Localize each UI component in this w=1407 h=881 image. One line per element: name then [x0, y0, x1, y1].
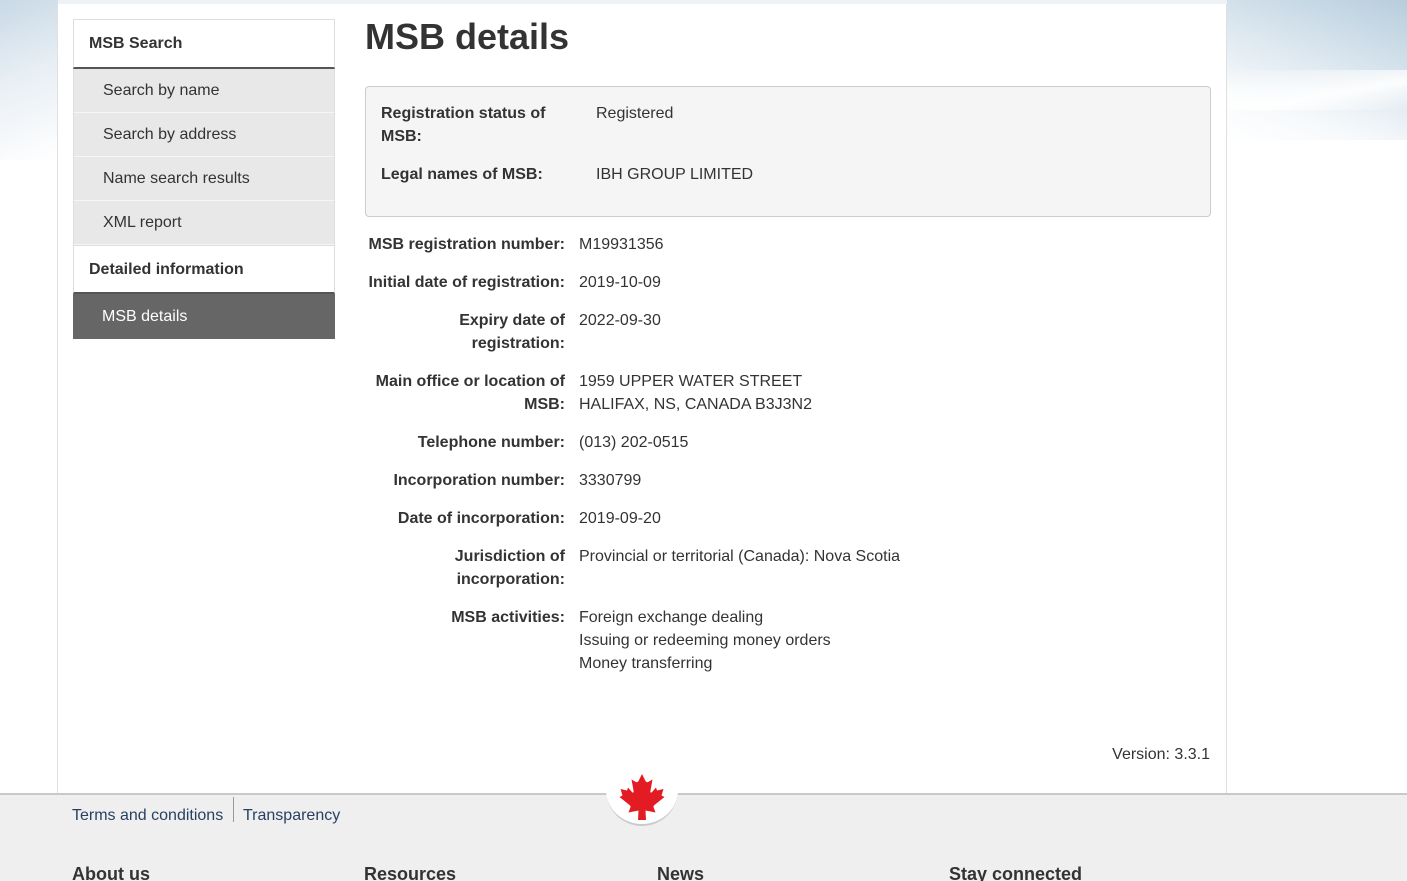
- legal-names-value: IBH GROUP LIMITED: [596, 166, 754, 183]
- main-office-label-line1: Main office or location of: [375, 373, 565, 390]
- incorporation-date-label: Date of incorporation:: [397, 510, 565, 527]
- main-office-value: 1959 UPPER WATER STREET HALIFAX, NS, CAN…: [579, 370, 1199, 416]
- footer-heading-stay-connected: Stay connected: [949, 864, 1083, 881]
- footer-heading-about-us: About us: [72, 864, 150, 881]
- sidebar-section-detailed-information: Detailed information: [73, 245, 335, 294]
- expiry-date-value: 2022-09-30: [579, 312, 661, 329]
- sidebar-item-search-by-address[interactable]: Search by address: [73, 113, 335, 157]
- activities-label: MSB activities:: [451, 609, 565, 626]
- summary-box: Registration status of MSB: Registered L…: [365, 86, 1211, 217]
- sidebar-nav: MSB Search Search by name Search by addr…: [73, 19, 335, 339]
- registration-number-value: M19931356: [579, 236, 664, 253]
- sidebar-section-msb-search: MSB Search: [73, 19, 335, 69]
- footer-link-divider: [233, 797, 234, 822]
- sidebar-item-xml-report[interactable]: XML report: [73, 201, 335, 245]
- main-office-label: Main office or location of MSB:: [365, 370, 565, 416]
- maple-leaf-icon: [619, 774, 665, 820]
- legal-names-label: Legal names of MSB:: [381, 166, 543, 183]
- expiry-date-label-line2: registration:: [471, 335, 565, 352]
- sidebar-item-msb-details[interactable]: MSB details: [73, 294, 335, 339]
- footer-heading-news: News: [657, 864, 705, 881]
- activity-item: Money transferring: [579, 655, 713, 672]
- page-title: MSB details: [365, 16, 570, 57]
- jurisdiction-label: Jurisdiction of incorporation:: [365, 545, 565, 591]
- initial-date-label: Initial date of registration:: [368, 274, 565, 291]
- footer-heading-resources: Resources: [364, 864, 457, 881]
- incorporation-number-label: Incorporation number:: [393, 472, 565, 489]
- background-decoration-right: [1227, 0, 1407, 140]
- activity-item: Issuing or redeeming money orders: [579, 632, 831, 649]
- address-line1: 1959 UPPER WATER STREET: [579, 373, 803, 390]
- activities-list: Foreign exchange dealing Issuing or rede…: [579, 606, 1199, 675]
- registration-status-value: Registered: [596, 105, 674, 122]
- address-line2: HALIFAX, NS, CANADA B3J3N2: [579, 396, 812, 413]
- version-label: Version: 3.3.1: [1112, 746, 1210, 763]
- expiry-date-label: Expiry date of registration:: [365, 309, 565, 355]
- jurisdiction-value: Provincial or territorial (Canada): Nova…: [579, 548, 901, 565]
- terms-and-conditions-link[interactable]: Terms and conditions: [72, 807, 223, 825]
- jurisdiction-label-line2: incorporation:: [456, 571, 565, 588]
- jurisdiction-label-line1: Jurisdiction of: [454, 548, 565, 565]
- sidebar-item-search-by-name[interactable]: Search by name: [73, 69, 335, 113]
- registration-status-label: Registration status of MSB:: [381, 105, 546, 145]
- telephone-label: Telephone number:: [417, 434, 565, 451]
- activity-item: Foreign exchange dealing: [579, 609, 764, 626]
- expiry-date-label-line1: Expiry date of: [459, 312, 565, 329]
- transparency-link[interactable]: Transparency: [243, 807, 340, 825]
- initial-date-value: 2019-10-09: [579, 274, 661, 291]
- sidebar-item-name-search-results[interactable]: Name search results: [73, 157, 335, 201]
- incorporation-date-value: 2019-09-20: [579, 510, 661, 527]
- registration-number-label: MSB registration number:: [368, 236, 565, 253]
- incorporation-number-value: 3330799: [579, 472, 642, 489]
- main-office-label-line2: MSB:: [524, 396, 565, 413]
- background-decoration-left: [0, 0, 58, 160]
- telephone-value: (013) 202-0515: [579, 434, 689, 451]
